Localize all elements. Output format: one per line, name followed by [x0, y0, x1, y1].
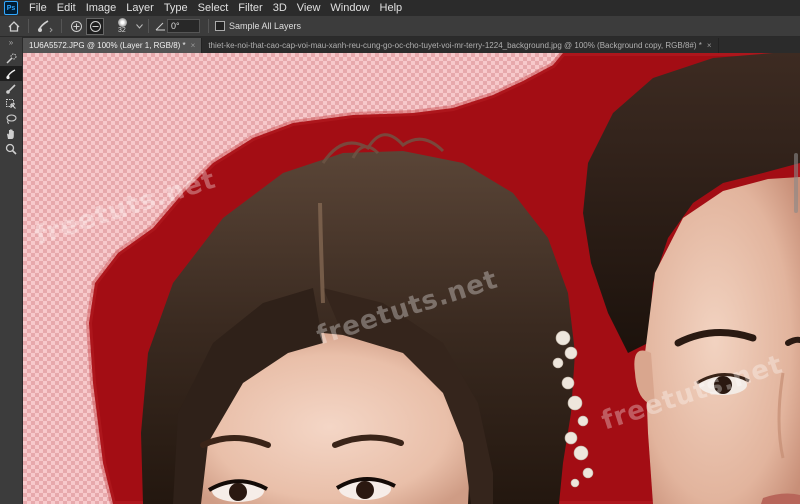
expand-detection-icon[interactable] — [66, 17, 86, 35]
angle-icon — [153, 17, 167, 35]
menu-file[interactable]: File — [24, 0, 52, 16]
menu-3d[interactable]: 3D — [268, 0, 292, 16]
canvas-artwork — [85, 53, 800, 504]
sample-all-layers-checkbox[interactable] — [215, 21, 225, 31]
menu-view[interactable]: View — [292, 0, 326, 16]
tab-label: 1U6A5572.JPG @ 100% (Layer 1, RGB/8) * — [29, 41, 186, 50]
quick-selection-tool-icon[interactable] — [0, 51, 22, 66]
woman-iris-left — [229, 483, 247, 501]
vertical-scrollbar[interactable] — [794, 153, 798, 213]
separator — [208, 19, 209, 33]
toolbar-collapse-icon[interactable]: » — [0, 37, 22, 49]
restore-original-edge-icon[interactable] — [86, 17, 104, 35]
menu-image[interactable]: Image — [81, 0, 122, 16]
menu-filter[interactable]: Filter — [233, 0, 267, 16]
options-bar: 32 0° Sample All Layers — [0, 16, 800, 37]
man-eyebrow-right — [785, 336, 800, 346]
menu-layer[interactable]: Layer — [121, 0, 159, 16]
menu-select[interactable]: Select — [193, 0, 234, 16]
close-icon[interactable]: × — [191, 41, 196, 50]
angle-input[interactable]: 0° — [167, 19, 200, 33]
brush-tip-icon — [118, 18, 127, 27]
tools-panel: » — [0, 37, 23, 504]
separator — [61, 19, 62, 33]
close-icon[interactable]: × — [707, 41, 712, 50]
separator — [28, 19, 29, 33]
sample-all-layers-label: Sample All Layers — [229, 21, 302, 31]
zoom-tool-icon[interactable] — [0, 141, 22, 156]
woman-iris-right — [356, 481, 374, 499]
photoshop-logo-icon: Ps — [4, 1, 18, 15]
menu-type[interactable]: Type — [159, 0, 193, 16]
menu-help[interactable]: Help — [375, 0, 408, 16]
lasso-tool-icon[interactable] — [0, 111, 22, 126]
menu-window[interactable]: Window — [325, 0, 374, 16]
brush-size-value: 32 — [118, 27, 126, 34]
refine-edge-brush-tool-icon[interactable] — [0, 66, 22, 81]
brush-size-picker[interactable]: 32 — [112, 17, 134, 35]
document-canvas[interactable]: freetuts.net freetuts.net freetuts.net — [23, 53, 800, 504]
chevron-down-icon[interactable] — [134, 17, 144, 35]
home-icon[interactable] — [4, 17, 24, 35]
brush-tool-icon[interactable] — [0, 81, 22, 96]
tab-label: thiet-ke-noi-that-cao-cap-voi-mau-xanh-r… — [208, 41, 702, 50]
document-tab-bar: 1U6A5572.JPG @ 100% (Layer 1, RGB/8) * ×… — [23, 37, 800, 53]
separator — [148, 19, 149, 33]
refine-brush-preset-icon[interactable] — [33, 17, 57, 35]
tab-document-background[interactable]: thiet-ke-noi-that-cao-cap-voi-mau-xanh-r… — [202, 38, 719, 53]
hand-tool-icon[interactable] — [0, 126, 22, 141]
menu-bar: Ps File Edit Image Layer Type Select Fil… — [0, 0, 800, 16]
menu-edit[interactable]: Edit — [52, 0, 81, 16]
object-selection-tool-icon[interactable] — [0, 96, 22, 111]
tab-document-1u6a5572[interactable]: 1U6A5572.JPG @ 100% (Layer 1, RGB/8) * × — [23, 38, 203, 53]
